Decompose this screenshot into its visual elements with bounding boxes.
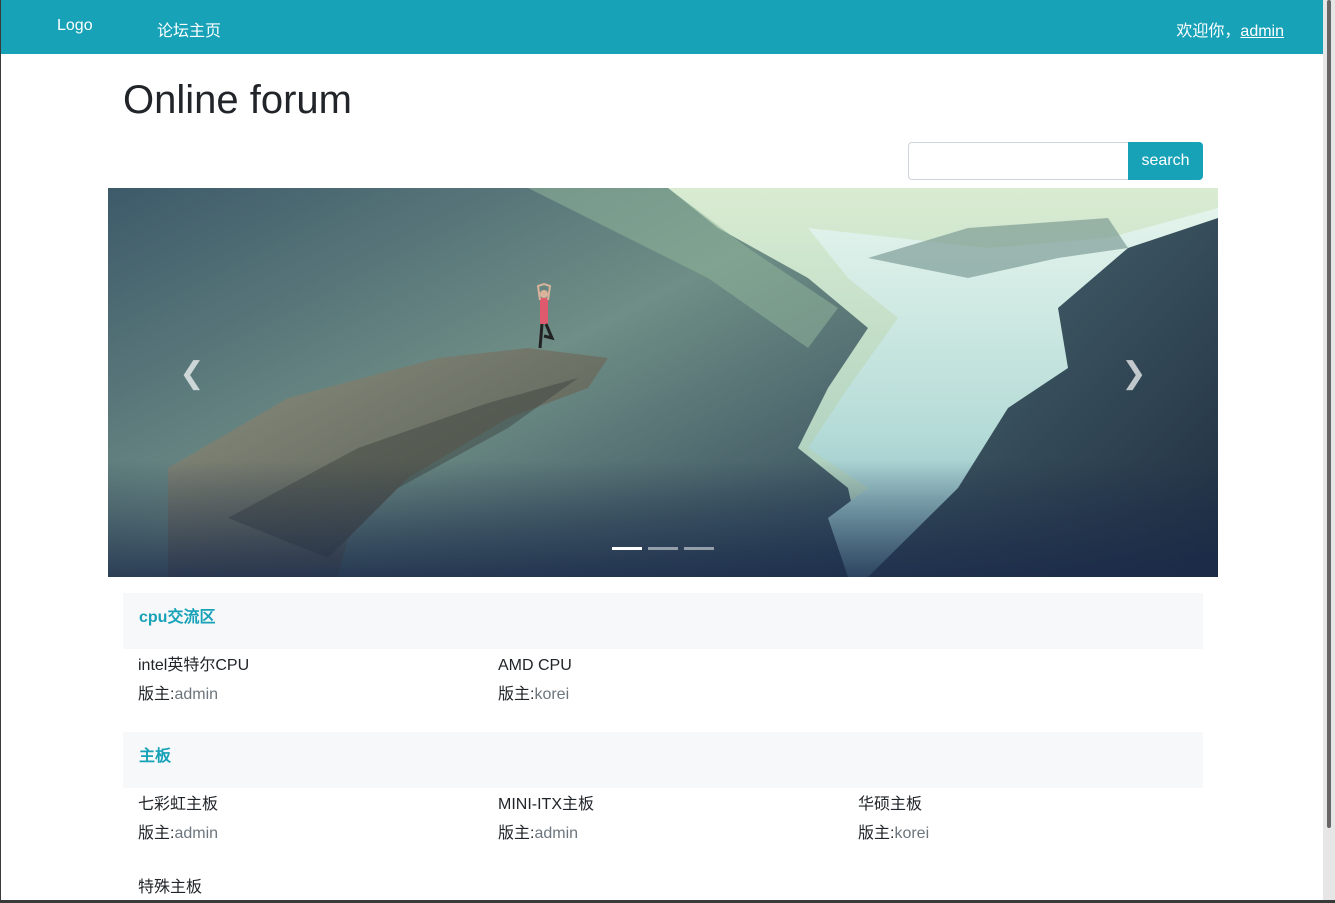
- image-carousel: ❮ ❯: [108, 188, 1218, 577]
- forum-home-link[interactable]: 论坛主页: [157, 17, 221, 41]
- board-item: 华硕主板 版主:korei: [858, 795, 1198, 844]
- moderator-name: admin: [174, 825, 219, 842]
- top-navbar: Logo 论坛主页 欢迎你，admin: [1, 0, 1323, 54]
- page: Logo 论坛主页 欢迎你，admin Online forum search: [1, 0, 1323, 900]
- moderator-prefix: 版主:: [498, 686, 535, 703]
- section-title[interactable]: 主板: [139, 742, 171, 766]
- board-moderator: 版主:admin: [498, 824, 838, 844]
- board-moderator: 版主:admin: [138, 824, 478, 844]
- board-name-link[interactable]: 七彩虹主板: [138, 795, 478, 815]
- board-item: AMD CPU 版主:korei: [498, 656, 838, 705]
- vertical-scrollbar[interactable]: [1323, 0, 1335, 903]
- moderator-prefix: 版主:: [138, 686, 175, 703]
- moderator-prefix: 版主:: [138, 825, 175, 842]
- carousel-slide-image: [108, 188, 1218, 577]
- section-title[interactable]: cpu交流区: [139, 603, 215, 627]
- moderator-name: korei: [534, 686, 570, 703]
- moderator-name: korei: [894, 825, 930, 842]
- board-name-link[interactable]: 华硕主板: [858, 795, 1198, 815]
- username-link[interactable]: admin: [1240, 23, 1284, 40]
- board-name-link[interactable]: AMD CPU: [498, 656, 838, 676]
- board-item: MINI-ITX主板 版主:admin: [498, 795, 838, 844]
- welcome-message: 欢迎你，admin: [1176, 17, 1284, 41]
- board-name-link[interactable]: MINI-ITX主板: [498, 795, 838, 815]
- scrollbar-thumb[interactable]: [1327, 0, 1331, 828]
- carousel-indicator-2[interactable]: [648, 547, 678, 550]
- search-input[interactable]: [908, 142, 1130, 180]
- board-moderator: 版主:admin: [138, 685, 478, 705]
- section-header-motherboard: 主板: [123, 732, 1203, 788]
- board-moderator: 版主:korei: [498, 685, 838, 705]
- moderator-name: admin: [174, 686, 219, 703]
- moderator-name: admin: [534, 825, 579, 842]
- welcome-prefix: 欢迎你，: [1176, 23, 1241, 40]
- board-name-link[interactable]: 特殊主板: [138, 878, 478, 898]
- carousel-indicator-1[interactable]: [612, 547, 642, 550]
- board-item: intel英特尔CPU 版主:admin: [138, 656, 478, 705]
- board-moderator: 版主:korei: [858, 824, 1198, 844]
- carousel-indicator-3[interactable]: [684, 547, 714, 550]
- brand-logo-link[interactable]: Logo: [57, 17, 93, 35]
- carousel-indicators: [612, 547, 714, 550]
- carousel-next-chevron-icon[interactable]: ❯: [1114, 348, 1154, 398]
- board-name-link[interactable]: intel英特尔CPU: [138, 656, 478, 676]
- page-title: Online forum: [123, 78, 352, 122]
- board-item: 特殊主板: [138, 878, 478, 898]
- moderator-prefix: 版主:: [498, 825, 535, 842]
- board-item: 七彩虹主板 版主:admin: [138, 795, 478, 844]
- section-header-cpu: cpu交流区: [123, 593, 1203, 649]
- search-button[interactable]: search: [1128, 142, 1203, 180]
- moderator-prefix: 版主:: [858, 825, 895, 842]
- carousel-prev-chevron-icon[interactable]: ❮: [172, 348, 212, 398]
